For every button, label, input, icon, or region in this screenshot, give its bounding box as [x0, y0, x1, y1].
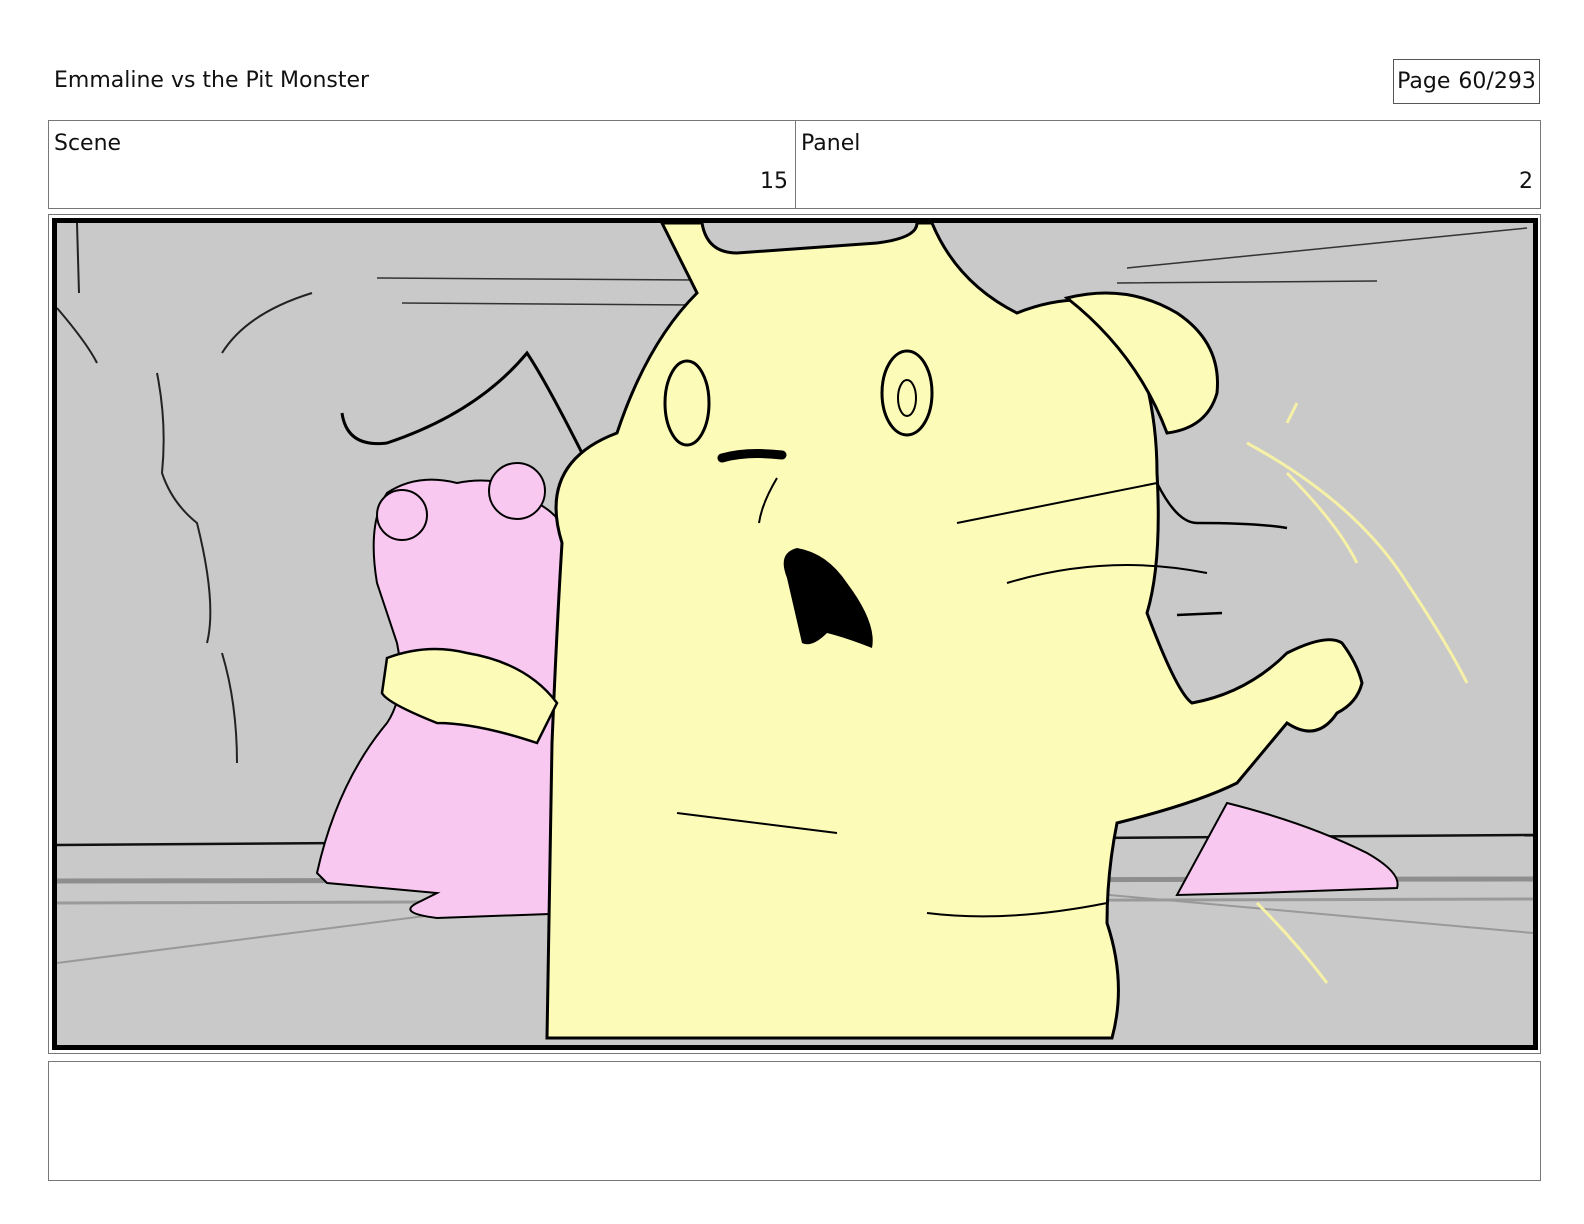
storyboard-drawing	[57, 223, 1533, 1045]
panel-cell: Panel 2	[796, 121, 1540, 208]
storyboard-title: Emmaline vs the Pit Monster	[54, 68, 370, 93]
girl-hair-bun-left	[376, 489, 428, 541]
page-number: 60/293	[1458, 69, 1536, 94]
creature-nose	[717, 449, 787, 463]
creature-eye-left	[663, 359, 711, 447]
girl-hair-bun-right	[488, 462, 546, 520]
panel-label: Panel	[801, 131, 861, 156]
scene-panel-info-bar: Scene 15 Panel 2	[48, 120, 1541, 209]
panel-notes-box	[48, 1061, 1541, 1181]
page-indicator: Page 60/293	[1393, 59, 1540, 104]
panel-number: 2	[1519, 169, 1533, 194]
scene-number: 15	[760, 169, 788, 194]
page-label: Page	[1397, 69, 1451, 94]
creature-eye-right	[880, 349, 934, 437]
scene-cell: Scene 15	[49, 121, 796, 208]
panel-artwork	[52, 218, 1538, 1050]
scene-label: Scene	[54, 131, 122, 156]
